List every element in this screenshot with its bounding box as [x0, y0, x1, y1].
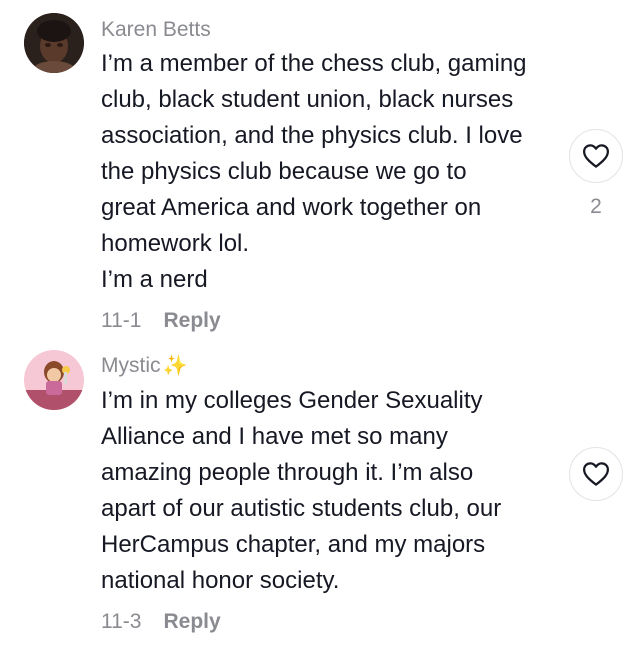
- comment-line: apart of our autistic students club, our: [101, 495, 502, 522]
- comment-username[interactable]: Karen Betts: [101, 18, 211, 42]
- comment-line: I’m a member of the chess club, gaming: [101, 50, 527, 77]
- comment-body: I’m a member of the chess club, gaming c…: [101, 46, 551, 298]
- like-button[interactable]: [569, 447, 623, 501]
- username-text[interactable]: Karen Betts: [101, 18, 211, 41]
- reply-button[interactable]: Reply: [163, 309, 220, 332]
- avatar-photo-karen: [24, 13, 84, 73]
- comment-meta: 11-1 Reply: [101, 309, 221, 333]
- avatar[interactable]: [24, 13, 84, 73]
- like-button[interactable]: [569, 129, 623, 183]
- comment-date: 11-1: [101, 309, 142, 332]
- comment-line: Alliance and I have met so many: [101, 423, 448, 450]
- comment-line: HerCampus chapter, and my majors: [101, 531, 486, 558]
- comment-line: the physics club because we go to: [101, 158, 467, 185]
- avatar[interactable]: [24, 350, 84, 410]
- reply-button[interactable]: Reply: [163, 610, 220, 633]
- comment-line: great America and work together on: [101, 194, 482, 221]
- comment-date: 11-3: [101, 610, 142, 633]
- comment-line: club, black student union, black nurses: [101, 86, 514, 113]
- comment-line: homework lol.: [101, 230, 250, 257]
- comment-line: association, and the physics club. I lov…: [101, 122, 523, 149]
- avatar-photo-mystic: [24, 350, 84, 410]
- username-text[interactable]: Mystic: [101, 354, 161, 377]
- sparkles-emoji-icon: ✨: [162, 355, 188, 377]
- comment-body: I’m in my colleges Gender Sexuality Alli…: [101, 383, 551, 599]
- heart-outline-icon: [583, 462, 609, 486]
- heart-outline-icon: [583, 144, 609, 168]
- comment-line: national honor society.: [101, 567, 340, 594]
- comment-line: amazing people through it. I’m also: [101, 459, 474, 486]
- comment-meta: 11-3 Reply: [101, 610, 221, 634]
- comment-username[interactable]: Mystic ✨: [101, 354, 187, 378]
- comment-line: I’m in my colleges Gender Sexuality: [101, 387, 483, 414]
- comment-line: I’m a nerd: [101, 266, 208, 293]
- like-count: 2: [590, 195, 602, 218]
